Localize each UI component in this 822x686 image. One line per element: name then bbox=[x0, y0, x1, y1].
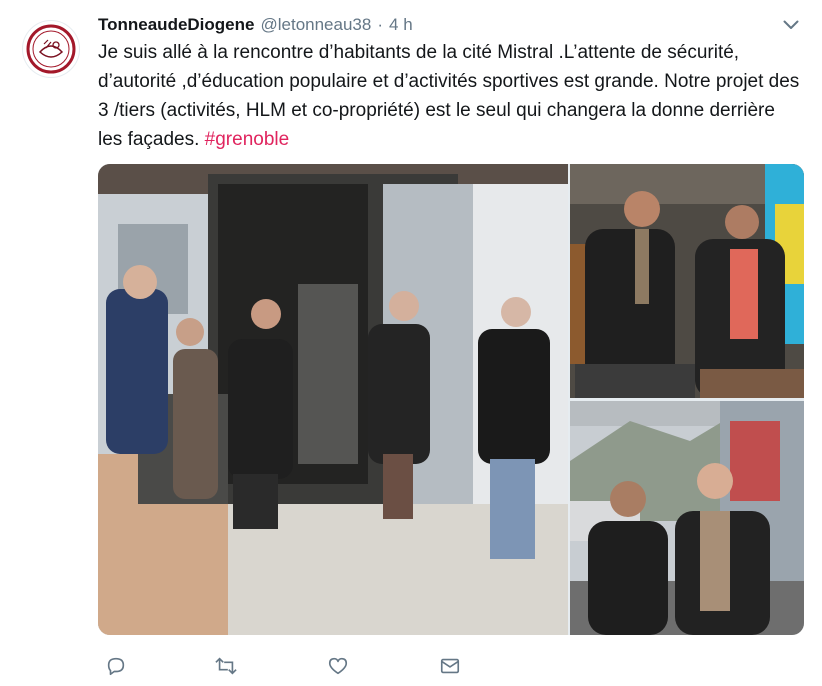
heart-icon bbox=[328, 657, 348, 675]
tweet-actions bbox=[98, 648, 518, 684]
author-handle[interactable]: @letonneau38 bbox=[260, 15, 371, 35]
hashtag-link[interactable]: #grenoble bbox=[205, 129, 290, 150]
reply-icon bbox=[107, 657, 125, 676]
direct-message-button[interactable] bbox=[432, 648, 468, 684]
tweet-text: Je suis allé à la rencontre d’habitants … bbox=[98, 38, 803, 154]
like-button[interactable] bbox=[320, 648, 356, 684]
envelope-icon bbox=[440, 658, 460, 674]
retweet-icon bbox=[215, 657, 237, 675]
avatar[interactable] bbox=[22, 20, 80, 78]
photo-street-duo[interactable] bbox=[570, 401, 804, 635]
tweet-header: TonneaudeDiogene @letonneau38 · 4 h bbox=[98, 14, 802, 36]
reply-button[interactable] bbox=[98, 648, 134, 684]
tweet-menu-button[interactable] bbox=[780, 16, 802, 34]
barrel-logo-icon bbox=[26, 24, 76, 74]
chevron-down-icon bbox=[783, 20, 799, 29]
photo-food-stall[interactable] bbox=[570, 164, 804, 398]
photo-building-entrance[interactable] bbox=[98, 164, 568, 635]
author-name[interactable]: TonneaudeDiogene bbox=[98, 15, 254, 35]
retweet-button[interactable] bbox=[208, 648, 244, 684]
separator-dot: · bbox=[377, 15, 384, 34]
tweet-timestamp[interactable]: 4 h bbox=[389, 15, 413, 35]
media-grid bbox=[98, 164, 804, 635]
